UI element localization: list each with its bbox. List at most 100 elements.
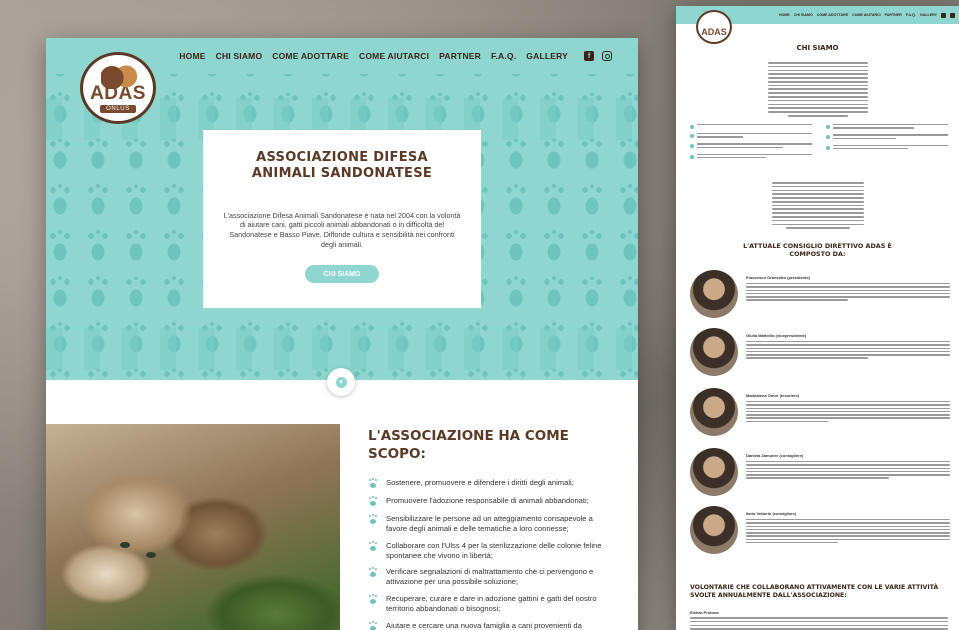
avatar — [690, 448, 738, 496]
avatar — [690, 388, 738, 436]
pets-logo-icon — [101, 61, 137, 89]
nav-gallery[interactable]: GALLERY — [526, 51, 568, 61]
paw-icon — [368, 497, 378, 507]
list-item — [690, 133, 812, 139]
member-bio — [746, 283, 950, 301]
paragraph-text — [690, 617, 948, 630]
member-card: Giulia Mattiello (vicepresidente) — [690, 328, 950, 378]
nav-come-aiutarci[interactable]: COME AIUTARCI — [359, 51, 429, 61]
avatar — [690, 328, 738, 376]
paragraph-text — [768, 62, 868, 119]
list-item: Sostenere, promuovere e difendere i diri… — [368, 478, 614, 489]
section-heading: CHI SIAMO — [796, 44, 839, 52]
nav-home[interactable]: HOME — [179, 51, 205, 61]
list-item-text: Promuovere l'adozione responsabile di an… — [386, 496, 589, 505]
list-item: Aiutare e cercare una nuova famiglia a c… — [368, 621, 614, 630]
cat-photo — [46, 424, 340, 630]
list-item — [826, 124, 948, 130]
paw-icon — [368, 621, 378, 630]
logo-title: ADAS — [701, 27, 727, 37]
facebook-icon[interactable] — [941, 12, 946, 18]
member-name: Giulia Mattiello (vicepresidente) — [746, 333, 807, 338]
member-name: Maddalena Omor (tesoriere) — [746, 393, 800, 398]
adas-logo-small[interactable]: ADAS — [696, 10, 732, 44]
member-bio — [746, 519, 950, 544]
paw-icon — [826, 125, 830, 129]
homepage-mockup: HOME CHI SIAMO COME ADOTTARE COME AIUTAR… — [46, 38, 638, 630]
paw-icon — [368, 568, 378, 578]
chi-siamo-button[interactable]: CHI SIAMO — [305, 265, 379, 284]
member-bio — [746, 401, 950, 423]
list-item-text: Sostenere, promuovere e difendere i diri… — [386, 478, 574, 487]
member-name: Daniela Zamuner (consigliere) — [746, 453, 804, 458]
paw-icon — [690, 154, 694, 159]
list-item-text: Sensibilizzare le persone ad un atteggia… — [386, 514, 593, 533]
chi-siamo-page-mockup: HOME CHI SIAMO COME ADOTTARE COME AIUTAR… — [676, 6, 959, 630]
list-item: Verificare segnalazioni di maltrattament… — [368, 567, 614, 587]
list-item-text: Collaborare con l'Ulss 4 per la steriliz… — [386, 540, 602, 560]
cat-eye — [146, 552, 156, 558]
list-item — [826, 144, 948, 151]
member-card: Francesco Granzotto (presidente) — [690, 270, 950, 320]
paragraph-text — [772, 182, 864, 231]
instagram-icon[interactable] — [950, 12, 955, 18]
list-item: Recuperare, curare e dare in adozione ga… — [368, 594, 614, 614]
facebook-icon[interactable]: f — [584, 51, 594, 61]
list-item: Promuovere l'adozione responsabile di an… — [368, 496, 614, 507]
social-links: f — [584, 51, 612, 61]
member-name: Ilaria Vettorin (consigliere) — [746, 511, 797, 516]
paw-icon — [690, 125, 694, 129]
nav-come-adottare[interactable]: COME ADOTTARE — [817, 13, 848, 17]
paw-icon — [368, 541, 378, 552]
list-item-text: Recuperare, curare e dare in adozione ga… — [386, 594, 597, 614]
hero-description: L'associazione Difesa Animali Sandonates… — [223, 210, 461, 249]
logo-subtitle: ONLUS — [100, 105, 136, 113]
member-card: Maddalena Omor (tesoriere) — [690, 388, 950, 438]
paw-icon — [690, 134, 694, 138]
member-bio — [746, 461, 950, 479]
list-item: Collaborare con l'Ulss 4 per la steriliz… — [368, 541, 614, 561]
nav-faq[interactable]: F.A.Q. — [906, 13, 916, 17]
section-heading: L'ATTUALE CONSIGLIO DIRETTIVO ADAS È COM… — [743, 242, 892, 259]
nav-faq[interactable]: F.A.Q. — [491, 51, 516, 61]
nav-chi-siamo[interactable]: CHI SIAMO — [794, 13, 813, 17]
section-heading: VOLONTARIE CHE COLLABORANO ATTIVAMENTE C… — [690, 584, 939, 600]
list-item-text: Verificare segnalazioni di maltrattament… — [386, 567, 594, 587]
instagram-icon[interactable] — [602, 51, 612, 61]
hero-card: ASSOCIAZIONE DIFESA ANIMALI SANDONATESE … — [203, 130, 481, 308]
scope-list: Sostenere, promuovere e difendere i diri… — [368, 478, 614, 630]
paw-stripe — [46, 328, 638, 370]
nav-partner[interactable]: PARTNER — [439, 51, 481, 61]
list-item — [690, 153, 812, 160]
list-item: Sensibilizzare le persone ad un atteggia… — [368, 514, 614, 534]
paw-icon — [368, 595, 378, 605]
adas-logo[interactable]: ADAS ONLUS — [80, 52, 156, 124]
nav-come-adottare[interactable]: COME ADOTTARE — [272, 51, 349, 61]
paw-icon — [690, 144, 694, 149]
member-card: Daniela Zamuner (consigliere) — [690, 448, 950, 498]
paw-icon — [826, 145, 830, 150]
avatar — [690, 270, 738, 318]
nav-home[interactable]: HOME — [779, 13, 790, 17]
nav-come-aiutarci[interactable]: COME AIUTARCI — [852, 13, 881, 17]
member-card: Ilaria Vettorin (consigliere) — [690, 506, 950, 556]
paw-icon — [368, 515, 378, 525]
volunteer-name: Elettra Probnor — [690, 610, 720, 615]
scope-title: L'ASSOCIAZIONE HA COME SCOPO: — [368, 428, 569, 462]
scope-list-small — [690, 124, 812, 164]
chevron-down-icon: ▾ — [335, 376, 347, 388]
paw-icon — [368, 479, 378, 489]
cat-eye — [120, 542, 130, 548]
member-bio — [746, 341, 950, 359]
list-item — [826, 134, 948, 140]
nav-gallery[interactable]: GALLERY — [920, 13, 937, 17]
avatar — [690, 506, 738, 554]
scroll-down-button[interactable]: ▾ — [327, 368, 355, 396]
hero-title: ASSOCIAZIONE DIFESA ANIMALI SANDONATESE — [251, 150, 433, 182]
nav-chi-siamo[interactable]: CHI SIAMO — [216, 51, 263, 61]
list-item — [690, 143, 812, 149]
member-name: Francesco Granzotto (presidente) — [746, 275, 811, 280]
scope-list-small — [826, 124, 948, 155]
list-item-text: Aiutare e cercare una nuova famiglia a c… — [386, 620, 582, 630]
nav-partner[interactable]: PARTNER — [885, 13, 902, 17]
